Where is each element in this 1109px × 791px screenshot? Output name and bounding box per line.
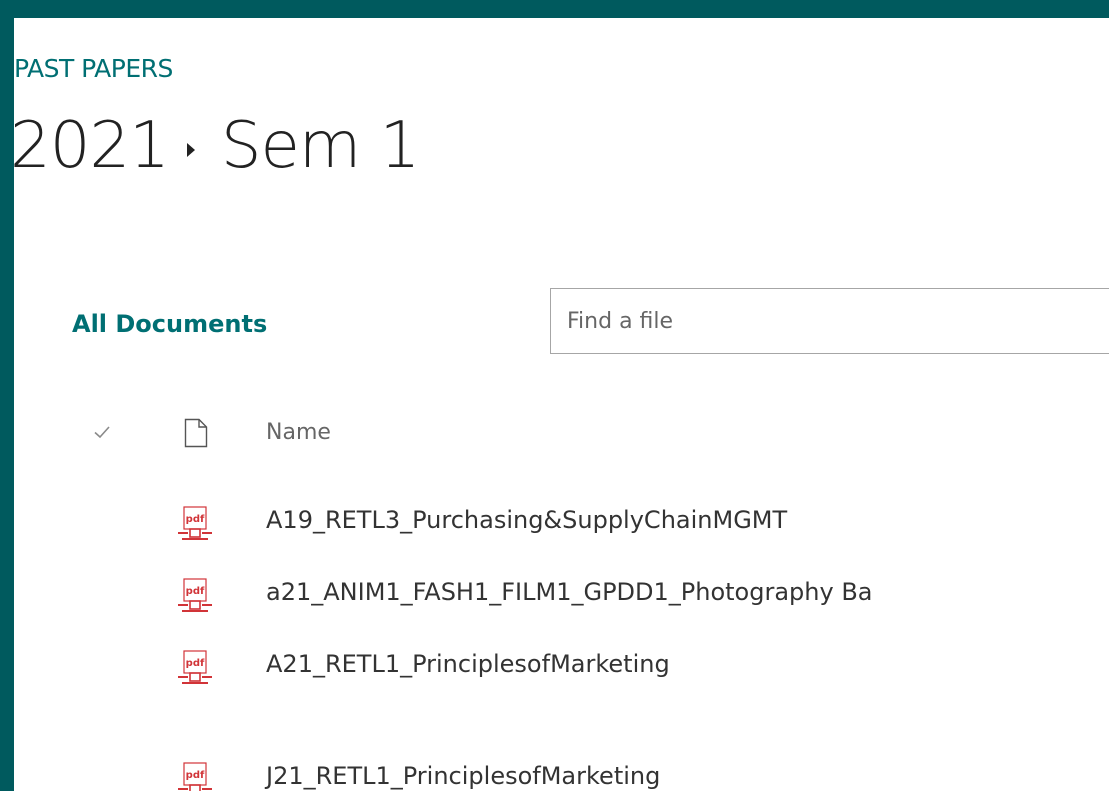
breadcrumb: 2021 Sem 1 <box>14 109 420 183</box>
file-name-link[interactable]: A19_RETL3_Purchasing&SupplyChainMGMT <box>266 506 787 534</box>
file-name-link[interactable]: a21_ANIM1_FASH1_FILM1_GPDD1_Photography … <box>266 578 873 606</box>
pdf-file-icon: pdf <box>178 506 212 540</box>
pdf-file-icon: pdf <box>178 650 212 684</box>
suite-bar <box>0 0 1109 18</box>
page-content: PAST PAPERS 2021 Sem 1 All Documents Nam… <box>14 18 1109 791</box>
list-item[interactable]: pdf A21_RETL1_PrinciplesofMarketing <box>14 640 1109 700</box>
pdf-file-icon: pdf <box>178 762 212 791</box>
site-title[interactable]: PAST PAPERS <box>14 54 173 83</box>
list-item[interactable]: pdf A19_RETL3_Purchasing&SupplyChainMGMT <box>14 496 1109 556</box>
search-input[interactable] <box>551 289 1109 353</box>
breadcrumb-item-current: Sem 1 <box>220 109 420 183</box>
file-name-link[interactable]: A21_RETL1_PrinciplesofMarketing <box>266 650 670 678</box>
file-name-link[interactable]: J21_RETL1_PrinciplesofMarketing <box>266 762 660 790</box>
view-selector-all-documents[interactable]: All Documents <box>72 310 267 338</box>
search-box[interactable] <box>550 288 1109 354</box>
svg-text:pdf: pdf <box>186 658 205 669</box>
svg-text:pdf: pdf <box>186 514 205 525</box>
column-header-name[interactable]: Name <box>266 420 331 445</box>
list-item[interactable]: pdf J21_RETL1_PrinciplesofMarketing <box>14 752 1109 791</box>
list-item[interactable]: pdf a21_ANIM1_FASH1_FILM1_GPDD1_Photogra… <box>14 568 1109 628</box>
svg-text:pdf: pdf <box>186 770 205 781</box>
pdf-file-icon: pdf <box>178 578 212 612</box>
document-icon[interactable] <box>184 418 208 448</box>
svg-text:pdf: pdf <box>186 586 205 597</box>
list-header: Name <box>14 414 1109 460</box>
breadcrumb-item-year[interactable]: 2021 <box>14 114 170 178</box>
check-icon[interactable] <box>92 422 112 442</box>
breadcrumb-separator-icon <box>186 143 195 157</box>
